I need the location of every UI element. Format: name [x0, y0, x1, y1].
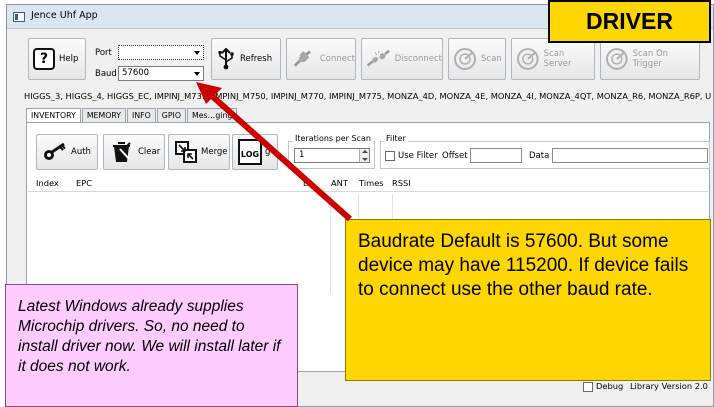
callout-arrow [196, 82, 352, 222]
callout-arrow-line [210, 93, 352, 222]
